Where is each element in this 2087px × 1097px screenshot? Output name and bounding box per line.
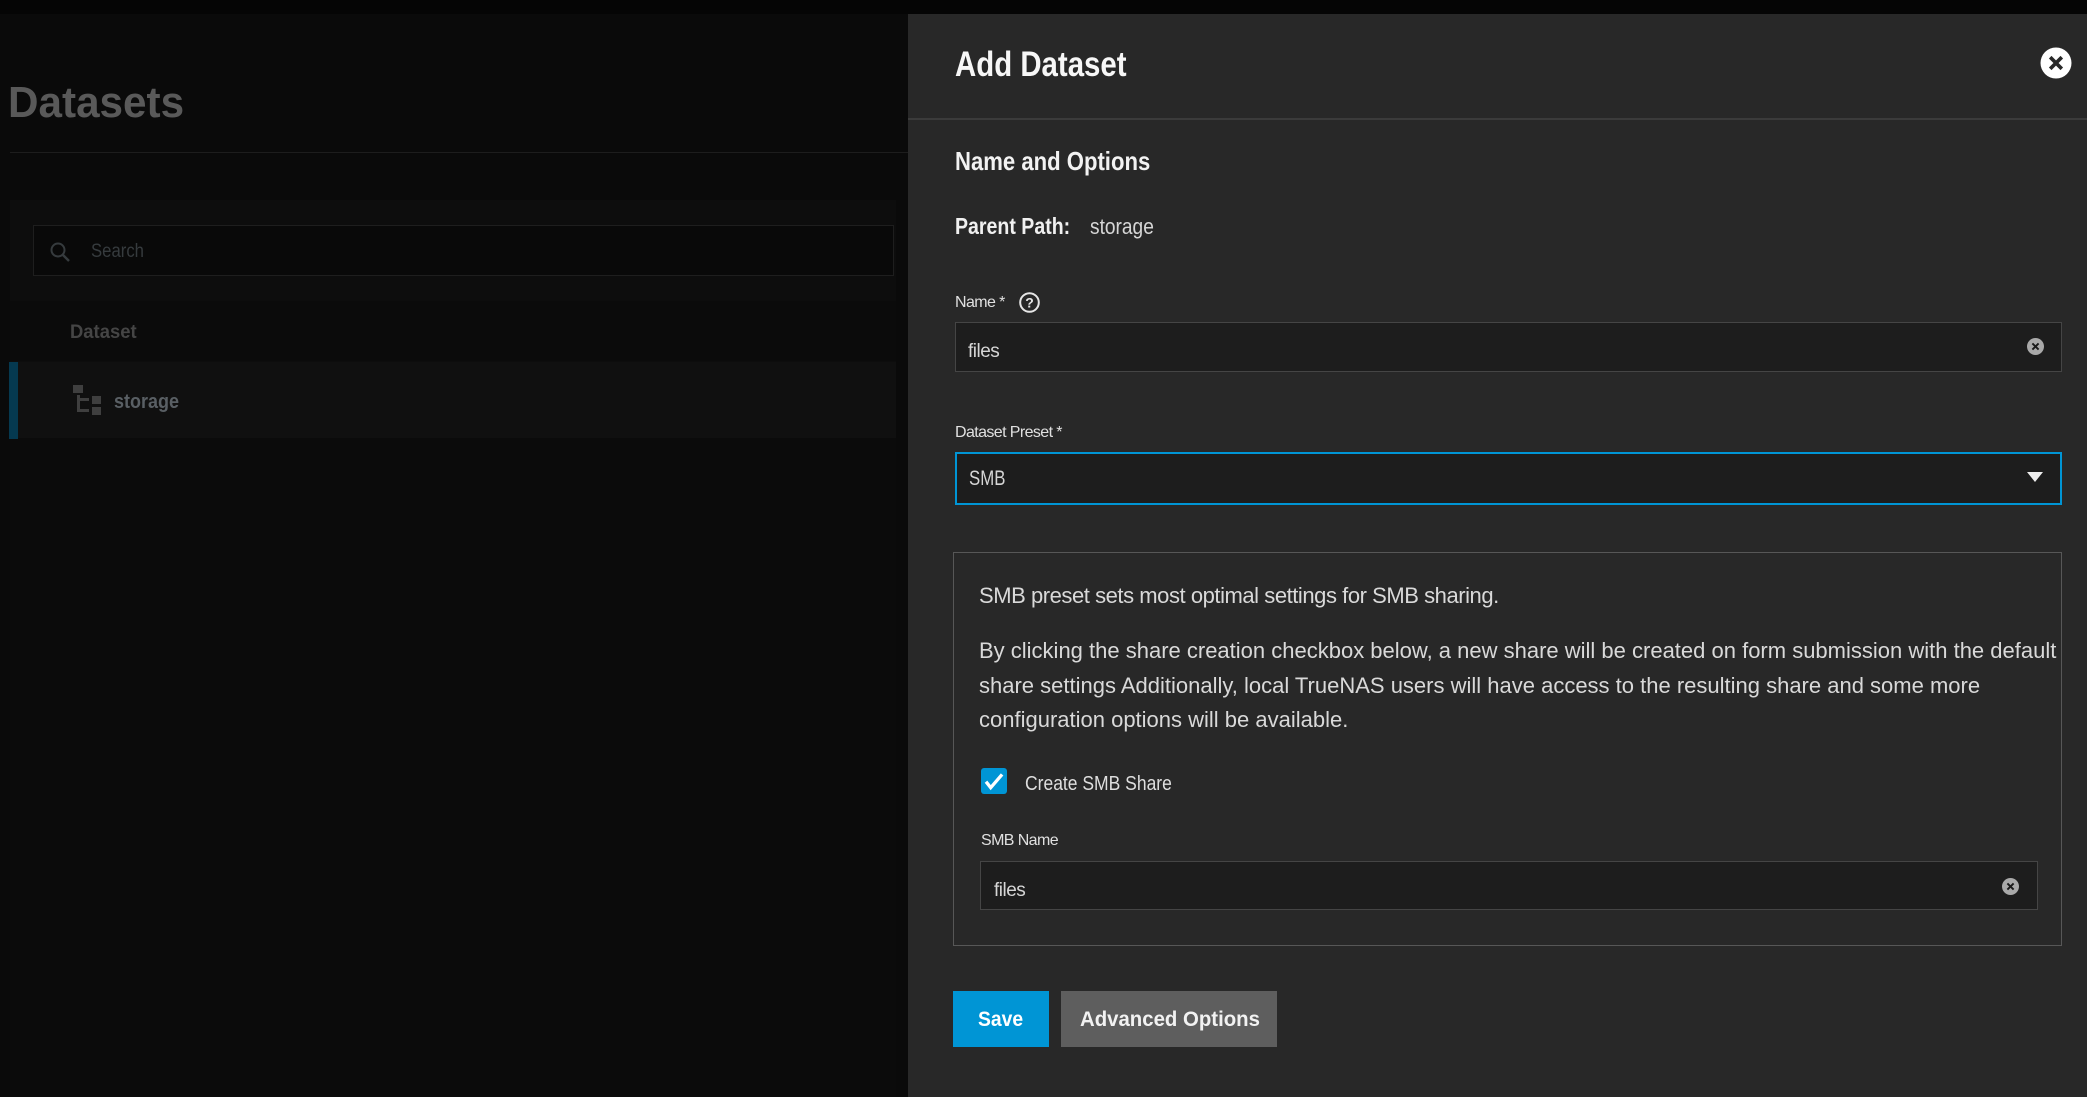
svg-text:?: ?	[1025, 295, 1034, 311]
